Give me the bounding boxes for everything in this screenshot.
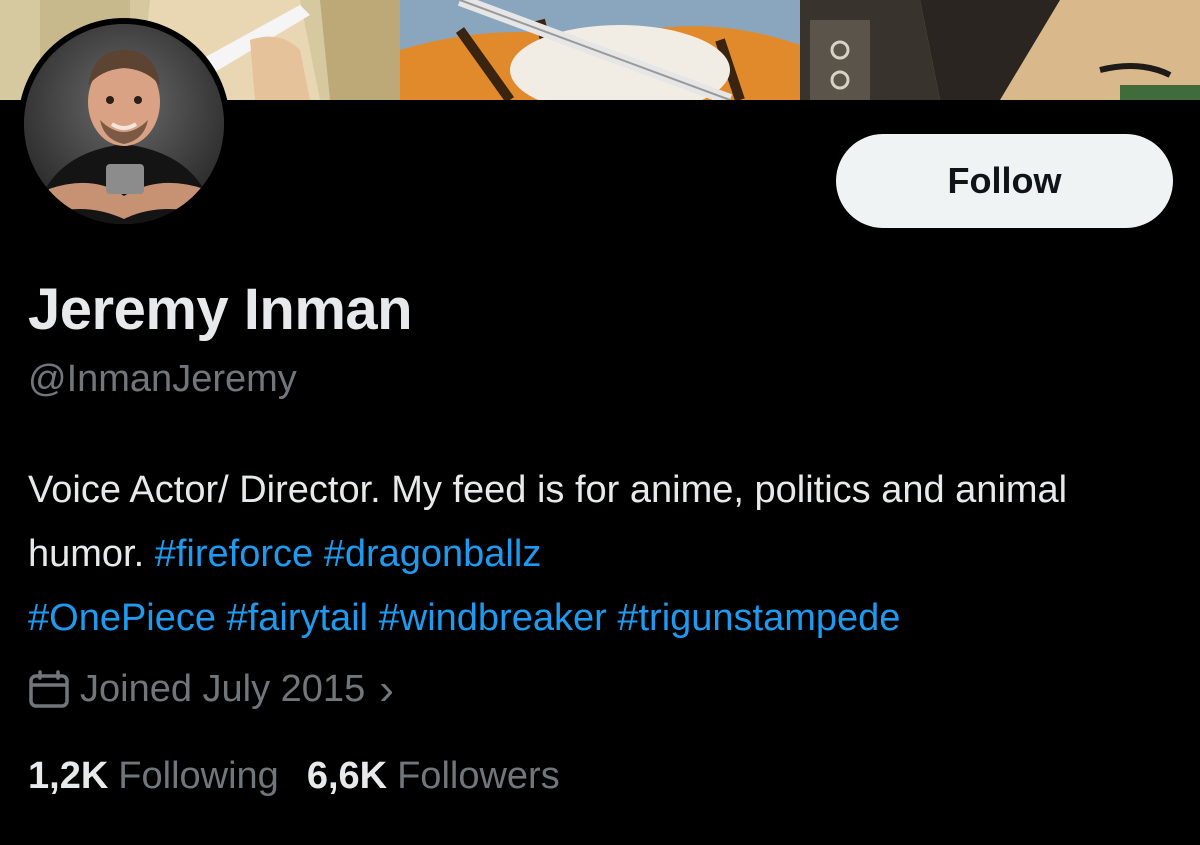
chevron-right-icon: › xyxy=(379,664,394,714)
followers-label: Followers xyxy=(397,755,560,797)
avatar-image xyxy=(24,24,224,224)
banner-panel-right xyxy=(800,0,1200,100)
followers-link[interactable]: 6,6K Followers xyxy=(307,755,560,798)
banner-panel-middle xyxy=(400,0,800,100)
followers-count: 6,6K xyxy=(306,755,388,797)
following-link[interactable]: 1,2K Following xyxy=(28,755,279,798)
hashtag-fairytail[interactable]: #fairytail xyxy=(227,597,369,639)
profile-bio: Voice Actor/ Director. My feed is for an… xyxy=(28,458,1178,650)
hashtag-windbreaker[interactable]: #windbreaker xyxy=(379,597,607,639)
avatar[interactable] xyxy=(18,18,230,230)
hashtag-fireforce[interactable]: #fireforce xyxy=(155,533,313,575)
hashtag-onepiece[interactable]: #OnePiece xyxy=(28,597,216,639)
calendar-icon xyxy=(28,669,70,710)
profile-stats: 1,2K Following 6,6K Followers xyxy=(28,755,560,798)
joined-date[interactable]: Joined July 2015 › xyxy=(28,664,394,714)
hashtag-trigunstampede[interactable]: #trigunstampede xyxy=(617,597,900,639)
following-label: Following xyxy=(118,755,279,797)
follow-button[interactable]: Follow xyxy=(836,134,1173,228)
hashtag-dragonballz[interactable]: #dragonballz xyxy=(324,533,542,575)
profile-page: Follow Jeremy Inman @InmanJeremy Voice A… xyxy=(0,0,1200,845)
joined-text: Joined July 2015 xyxy=(80,668,366,710)
following-count: 1,2K xyxy=(28,755,109,797)
profile-name: Jeremy Inman xyxy=(28,277,413,342)
profile-handle: @InmanJeremy xyxy=(28,358,297,400)
